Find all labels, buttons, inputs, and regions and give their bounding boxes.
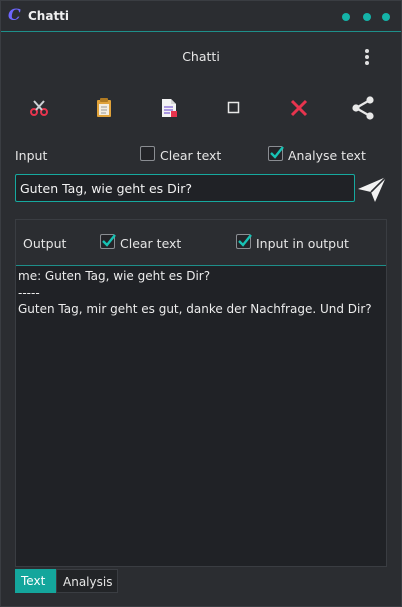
share-icon[interactable] bbox=[350, 95, 376, 121]
window-dot-1[interactable] bbox=[342, 13, 350, 21]
input-in-output-checkbox[interactable] bbox=[236, 234, 252, 249]
analyse-text-label[interactable]: Analyse text bbox=[288, 148, 366, 163]
document-icon[interactable] bbox=[156, 95, 182, 121]
input-in-output-label[interactable]: Input in output bbox=[256, 236, 349, 251]
output-clear-text-label[interactable]: Clear text bbox=[120, 236, 181, 251]
cut-icon[interactable] bbox=[26, 95, 52, 121]
input-label: Input bbox=[15, 148, 48, 163]
close-icon[interactable] bbox=[286, 95, 312, 121]
input-clear-text-label[interactable]: Clear text bbox=[160, 148, 221, 163]
analyse-text-checkbox[interactable] bbox=[268, 146, 284, 161]
app-window: C Chatti Chatti Input Clear text Analyse… bbox=[0, 0, 402, 607]
window-title: Chatti bbox=[28, 9, 70, 23]
app-logo-icon: C bbox=[8, 5, 21, 24]
output-text-area[interactable]: me: Guten Tag, wie geht es Dir? ----- Gu… bbox=[16, 265, 386, 566]
window-dot-2[interactable] bbox=[363, 13, 371, 21]
window-dot-3[interactable] bbox=[382, 13, 390, 21]
title-bar[interactable]: C Chatti bbox=[1, 1, 401, 32]
more-menu-icon[interactable] bbox=[360, 47, 374, 67]
input-clear-text-checkbox[interactable] bbox=[140, 146, 155, 161]
message-input[interactable] bbox=[15, 174, 355, 202]
square-icon[interactable] bbox=[221, 95, 247, 121]
output-clear-text-checkbox[interactable] bbox=[100, 234, 116, 249]
output-label: Output bbox=[23, 236, 67, 251]
page-title: Chatti bbox=[182, 49, 220, 64]
paste-icon[interactable] bbox=[91, 95, 117, 121]
output-panel: Output Clear text Input in output me: Gu… bbox=[15, 219, 387, 567]
tab-text[interactable]: Text bbox=[15, 569, 56, 593]
tab-analysis[interactable]: Analysis bbox=[56, 569, 118, 593]
send-icon[interactable] bbox=[357, 175, 387, 203]
